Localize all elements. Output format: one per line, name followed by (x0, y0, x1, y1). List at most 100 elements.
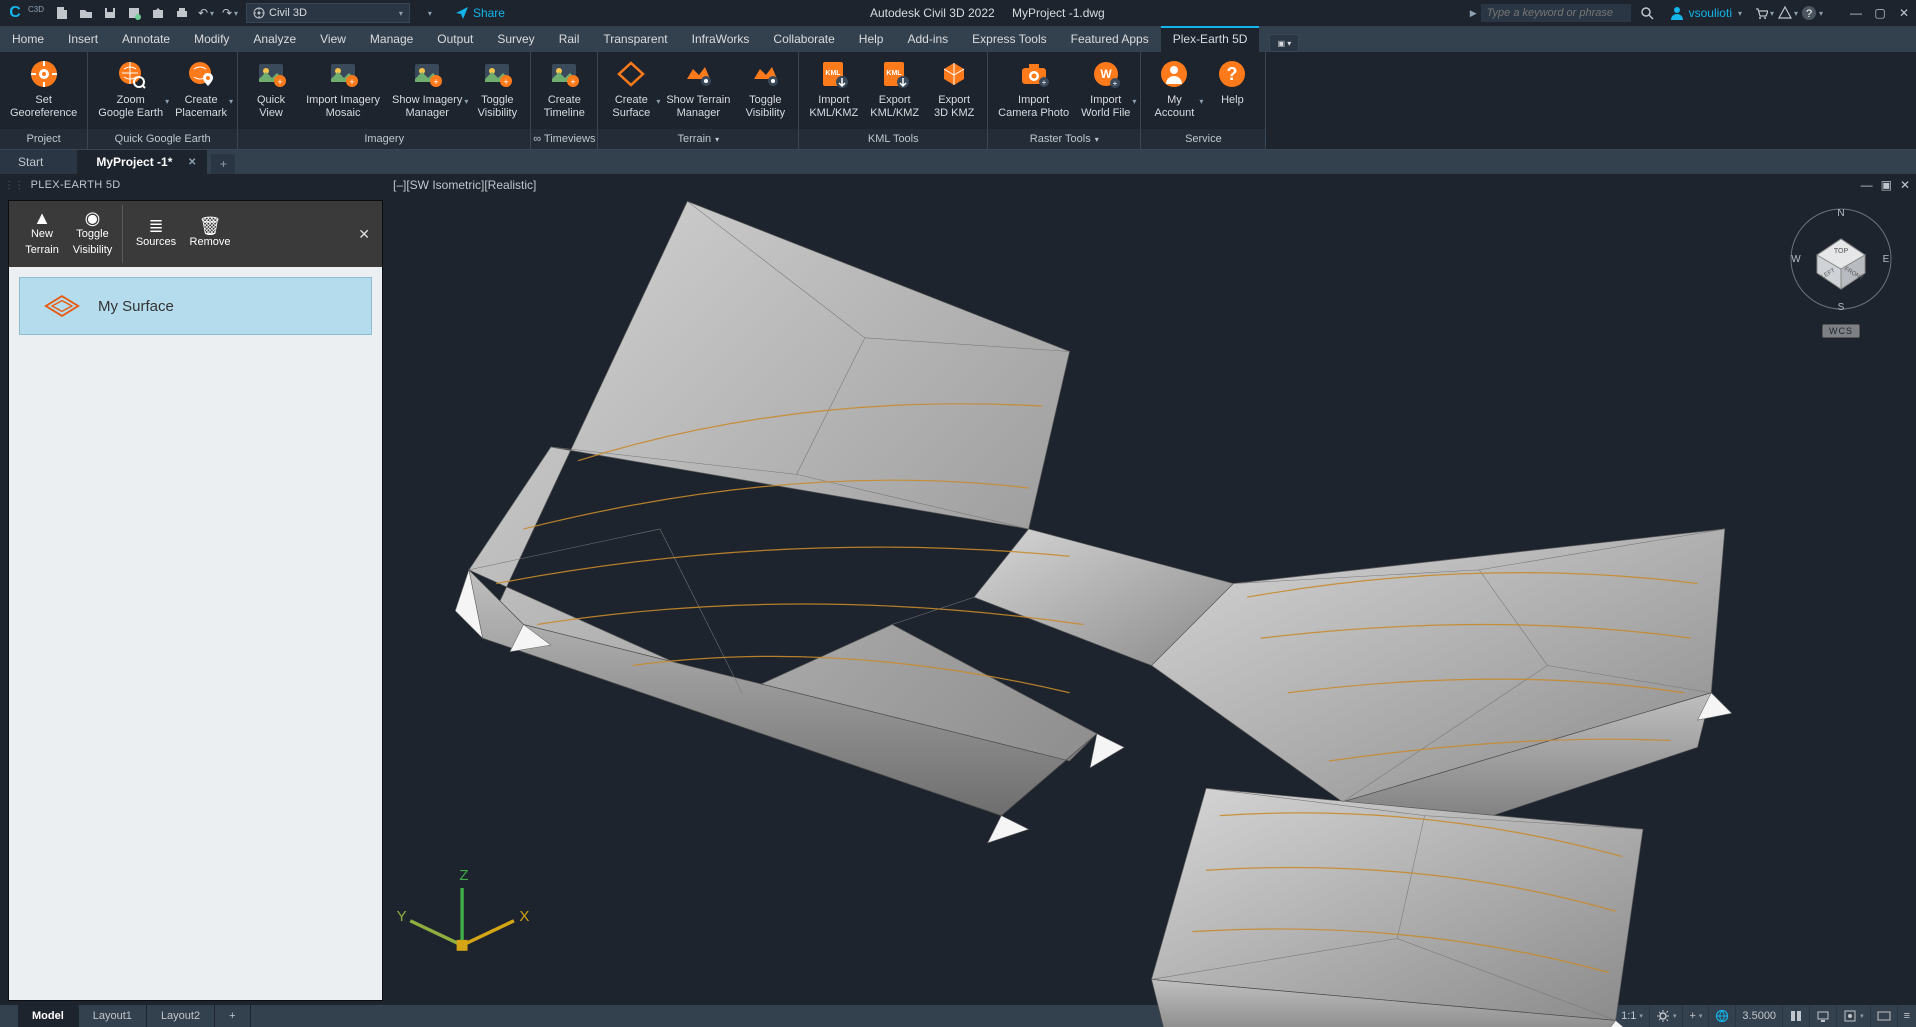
ribbon-tab-plex-earth-5d[interactable]: Plex-Earth 5D (1161, 26, 1260, 52)
ribbon-tab-analyze[interactable]: Analyze (241, 26, 308, 52)
import-kml-kmz-button[interactable]: KMLImportKML/KMZ (805, 56, 862, 122)
layout-tab-layout2[interactable]: Layout2 (147, 1005, 215, 1027)
my-account-button[interactable]: MyAccount▾ (1147, 56, 1201, 122)
ribbon-state-dropdown[interactable]: ▣ ▾ (1269, 34, 1299, 52)
ribbon-tab-express-tools[interactable]: Express Tools (960, 26, 1058, 52)
create-timeline-button[interactable]: +CreateTimeline (537, 56, 591, 122)
image-grid-icon: + (327, 58, 359, 90)
toggle-visibility-button[interactable]: ToggleVisibility (738, 56, 792, 122)
ribbon-tab-collaborate[interactable]: Collaborate (761, 26, 846, 52)
import-camera-photo-button[interactable]: +ImportCamera Photo (994, 56, 1073, 122)
user-account-button[interactable]: vsoulioti▾ (1669, 5, 1742, 21)
ribbon-tab-manage[interactable]: Manage (358, 26, 425, 52)
ribbon-tab-insert[interactable]: Insert (56, 26, 110, 52)
search-arrow-icon[interactable]: ▶ (1470, 8, 1477, 19)
wcs-label[interactable]: WCS (1822, 324, 1860, 338)
quick-view-button[interactable]: +QuickView (244, 56, 298, 122)
export-3d-kmz-button[interactable]: Export3D KMZ (927, 56, 981, 122)
saveas-icon[interactable] (123, 2, 145, 24)
minimize-icon[interactable]: — (1846, 3, 1866, 23)
share-button[interactable]: Share (455, 6, 505, 20)
close-tab-icon[interactable]: ✕ (188, 157, 196, 168)
palette-close-icon[interactable]: ✕ (352, 220, 376, 249)
new-layout-button[interactable]: + (215, 1005, 250, 1027)
vp-maximize-icon[interactable]: ▣ (1881, 178, 1892, 192)
close-window-icon[interactable]: ✕ (1894, 3, 1914, 23)
ribbon-tab-featured-apps[interactable]: Featured Apps (1059, 26, 1161, 52)
ribbon-tab-output[interactable]: Output (425, 26, 485, 52)
import-world-file-button[interactable]: W+ImportWorld File▾ (1077, 56, 1134, 122)
ribbon-tab-add-ins[interactable]: Add-ins (895, 26, 960, 52)
ribbon-panel-kml-tools: KMLImportKML/KMZKMLExportKML/KMZExport3D… (799, 52, 988, 149)
layout-tab-layout1[interactable]: Layout1 (79, 1005, 147, 1027)
redo-icon[interactable]: ↷▾ (219, 2, 241, 24)
ribbon-tab-annotate[interactable]: Annotate (110, 26, 182, 52)
panel-title-label[interactable]: KML Tools (799, 129, 987, 149)
compass-n[interactable]: N (1837, 208, 1844, 219)
help--button[interactable]: ?Help (1205, 56, 1259, 109)
maximize-icon[interactable]: ▢ (1870, 3, 1890, 23)
panel-title-label[interactable]: Terrain▾ (598, 129, 798, 149)
eye-icon: ◉ (85, 212, 101, 224)
new-icon[interactable] (51, 2, 73, 24)
open-icon[interactable] (75, 2, 97, 24)
toggle-visibility-button[interactable]: +ToggleVisibility (470, 56, 524, 122)
panel-title-label[interactable]: Quick Google Earth (88, 129, 237, 149)
autodesk-app-icon[interactable]: ▾ (1777, 2, 1799, 24)
ribbon-tab-transparent[interactable]: Transparent (591, 26, 679, 52)
toggle-visibility-button[interactable]: ◉ToggleVisibility (69, 205, 123, 263)
show-imagery-manager-button[interactable]: +Show ImageryManager▾ (388, 56, 466, 122)
titlebar: C C3D ↶▾ ↷▾ Civil 3D ▾ ▾ Share Autodesk … (0, 0, 1916, 26)
create-placemark-button[interactable]: CreatePlacemark▾ (171, 56, 231, 122)
search-area: ▶ (1470, 2, 1659, 24)
panel-title-label[interactable]: ∞ Timeviews (531, 129, 597, 149)
ribbon-tab-rail[interactable]: Rail (547, 26, 592, 52)
zoom-google-earth-button[interactable]: ZoomGoogle Earth▾ (94, 56, 167, 122)
help-dropdown-icon[interactable]: ?▾ (1801, 2, 1823, 24)
viewport[interactable]: Z X Y [–][SW Isometric][Realistic] — ▣ ✕… (387, 174, 1916, 1005)
app-logo-icon: C (4, 2, 26, 24)
layout-tab-model[interactable]: Model (18, 1005, 79, 1027)
image-eye-icon: + (481, 58, 513, 90)
ribbon-tab-home[interactable]: Home (0, 26, 56, 52)
palette-titlebar[interactable]: ⋮⋮ PLEX-EARTH 5D (0, 174, 387, 196)
search-icon[interactable] (1636, 2, 1658, 24)
viewcube[interactable]: N E S W TOP FRONT LEFT WCS (1786, 204, 1896, 364)
viewport-label[interactable]: [–][SW Isometric][Realistic] (393, 178, 536, 192)
save-icon[interactable] (99, 2, 121, 24)
ribbon-tab-survey[interactable]: Survey (485, 26, 546, 52)
ribbon-tab-modify[interactable]: Modify (182, 26, 241, 52)
file-tab-myproject-1-[interactable]: MyProject -1*✕ (78, 150, 207, 174)
panel-title-label[interactable]: Imagery (238, 129, 530, 149)
file-tab-start[interactable]: Start (0, 150, 78, 174)
cart-icon[interactable]: ▾ (1753, 2, 1775, 24)
print-icon[interactable] (171, 2, 193, 24)
new-terrain-button[interactable]: ▲NewTerrain (15, 205, 69, 263)
search-input[interactable] (1481, 4, 1631, 22)
set-georeference-button[interactable]: SetGeoreference (6, 56, 81, 122)
surface-list-item[interactable]: My Surface (19, 277, 372, 335)
ribbon: SetGeoreferenceProjectZoomGoogle Earth▾C… (0, 52, 1916, 150)
undo-icon[interactable]: ↶▾ (195, 2, 217, 24)
create-surface-button[interactable]: CreateSurface▾ (604, 56, 658, 122)
panel-title-label[interactable]: Service (1141, 129, 1265, 149)
export-kml-kmz-button[interactable]: KMLExportKML/KMZ (866, 56, 923, 122)
panel-title-label[interactable]: Project (0, 129, 87, 149)
panel-title-label[interactable]: Raster Tools▾ (988, 129, 1140, 149)
ribbon-tab-infraworks[interactable]: InfraWorks (680, 26, 762, 52)
show-terrain-manager-button[interactable]: Show TerrainManager (662, 56, 734, 122)
new-tab-button[interactable]: + (211, 154, 235, 174)
svg-text:KML: KML (886, 70, 902, 77)
username-label: vsoulioti (1689, 6, 1732, 20)
vp-minimize-icon[interactable]: — (1861, 178, 1873, 192)
sources--button[interactable]: ≣Sources (129, 205, 183, 263)
remove--button[interactable]: 🗑Remove (183, 205, 237, 263)
qat-dropdown-icon[interactable]: ▾ (418, 2, 440, 24)
import-imagery-mosaic-button[interactable]: +Import ImageryMosaic (302, 56, 384, 122)
workspace-dropdown[interactable]: Civil 3D ▾ (246, 3, 410, 23)
publish-icon[interactable] (147, 2, 169, 24)
grip-icon[interactable]: ⋮⋮ (4, 180, 25, 191)
ribbon-tab-view[interactable]: View (308, 26, 358, 52)
vp-close-icon[interactable]: ✕ (1900, 178, 1910, 192)
ribbon-tab-help[interactable]: Help (847, 26, 896, 52)
